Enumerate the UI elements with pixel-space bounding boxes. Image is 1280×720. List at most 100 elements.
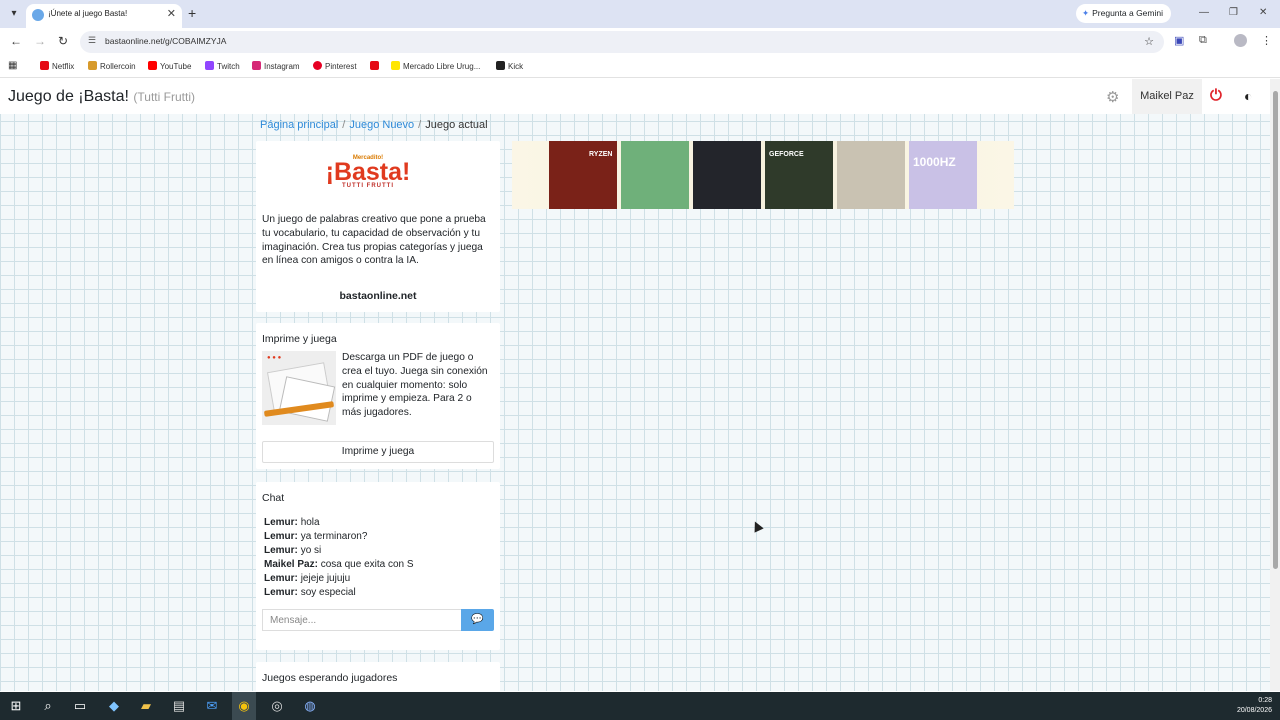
tab-favicon xyxy=(32,9,44,21)
close-window-icon[interactable]: ✕ xyxy=(1259,7,1267,18)
settings-gear-icon[interactable]: ⚙ xyxy=(1106,88,1119,106)
bookmark-youtube[interactable]: YouTube xyxy=(148,61,191,71)
dark-mode-moon-icon[interactable]: ◐ xyxy=(1244,88,1252,104)
brand-title[interactable]: Juego de ¡Basta! (Tutti Frutti) xyxy=(8,88,195,106)
print-card: Imprime y juega ● ● ● Descarga un PDF de… xyxy=(256,323,500,469)
ad-geforce-card[interactable]: GEFORCE xyxy=(765,141,833,209)
bookmark-label: YouTube xyxy=(160,62,192,71)
breadcrumb-home-link[interactable]: Página principal xyxy=(260,119,338,131)
scrollbar-thumb[interactable] xyxy=(1273,91,1278,569)
waiting-games-title: Juegos esperando jugadores xyxy=(262,672,398,684)
logo-dots: ● ● ● xyxy=(267,355,282,361)
bookmarks-bar: ▦ Netflix Rollercoin YouTube Twitch Inst… xyxy=(0,56,1280,78)
bookmark-pinterest[interactable]: Pinterest xyxy=(313,61,357,71)
tab-search-icon[interactable]: ▾ xyxy=(6,6,22,22)
browser-menu-icon[interactable]: ⋮ xyxy=(1261,34,1272,47)
windows-taskbar: ⊞ ⌕ ▭ ◆ ▰ ▤ ✉ ◉ ◎ ◍ 0:28 20/08/2026 xyxy=(0,692,1280,720)
forward-icon[interactable]: → xyxy=(34,34,46,48)
bookmark-kick[interactable]: Kick xyxy=(496,61,523,71)
chat-messages: Lemur: hola Lemur: ya terminaron? Lemur:… xyxy=(264,516,414,599)
chat-message-input[interactable] xyxy=(262,609,461,631)
clock-time: 0:28 xyxy=(1258,697,1272,704)
print-card-title: Imprime y juega xyxy=(262,333,337,345)
messenger-icon[interactable]: ◍ xyxy=(301,698,319,714)
site-name: bastaonline.net xyxy=(339,290,417,302)
instagram-icon xyxy=(252,61,261,70)
mail-icon[interactable]: ✉ xyxy=(203,698,221,714)
mercadolibre-icon xyxy=(391,61,400,70)
bookmark-label: Rollercoin xyxy=(100,62,136,71)
file-explorer-icon[interactable]: ▰ xyxy=(137,698,155,714)
profile-avatar[interactable] xyxy=(1234,34,1247,47)
ad-ryzen-board[interactable]: RYZEN xyxy=(549,141,617,209)
netflix-icon xyxy=(40,61,49,70)
chat-text: jejeje jujuju xyxy=(300,572,351,584)
intro-description: Un juego de palabras creativo que pone a… xyxy=(262,214,486,267)
user-menu-button[interactable]: Maikel Paz xyxy=(1132,79,1202,114)
extensions-puzzle-icon[interactable]: ⧉ xyxy=(1199,34,1207,47)
chrome-icon[interactable]: ◉ xyxy=(235,698,253,714)
bookmark-mercadolibre[interactable]: Mercado Libre Urug... xyxy=(391,61,480,71)
chat-message: Lemur: ya terminaron? xyxy=(264,530,414,544)
reload-icon[interactable]: ↻ xyxy=(58,34,68,48)
chat-user: Lemur: xyxy=(264,544,298,556)
bookmark-label: Mercado Libre Urug... xyxy=(403,62,481,71)
site-info-icon[interactable]: ☰ xyxy=(88,35,96,46)
apps-grid-icon[interactable]: ▦ xyxy=(8,60,17,71)
rollercoin-icon xyxy=(88,61,97,70)
system-clock[interactable]: 0:28 20/08/2026 xyxy=(1237,696,1272,716)
bookmark-rollercoin[interactable]: Rollercoin xyxy=(88,61,136,71)
bookmark-netflix[interactable]: Netflix xyxy=(40,61,74,71)
new-tab-icon[interactable]: + xyxy=(188,5,196,21)
browser-tabstrip: ▾ ¡Únete al juego Basta! ✕ + ✦ Pregunta a… xyxy=(0,0,1280,28)
chat-user: Lemur: xyxy=(264,530,298,542)
ad-pc-case-white[interactable] xyxy=(621,141,689,209)
logout-power-icon[interactable]: ⏻ xyxy=(1210,87,1222,104)
browser-tab[interactable]: ¡Únete al juego Basta! ✕ xyxy=(26,4,182,28)
chat-message: Lemur: hola xyxy=(264,516,414,530)
breadcrumb-separator: / xyxy=(342,119,346,131)
bookmark-twitch[interactable]: Twitch xyxy=(205,61,240,71)
mouse-cursor-icon xyxy=(750,519,764,533)
task-view-icon[interactable]: ▭ xyxy=(71,698,89,714)
store-icon[interactable]: ▤ xyxy=(170,698,188,714)
bookmark-label: Twitch xyxy=(217,62,240,71)
chat-text: soy especial xyxy=(300,586,356,598)
copilot-icon[interactable]: ◆ xyxy=(105,698,123,714)
chat-user: Lemur: xyxy=(264,572,298,584)
minimize-icon[interactable]: — xyxy=(1199,7,1209,18)
chat-card: Chat Lemur: hola Lemur: ya terminaron? L… xyxy=(256,482,500,650)
page-scrollbar[interactable] xyxy=(1270,79,1280,691)
chat-send-button[interactable]: 💬 xyxy=(461,609,494,631)
bookmark-label: Pinterest xyxy=(325,62,357,71)
ad-pc-case-black[interactable] xyxy=(693,141,761,209)
ad-banner[interactable]: RYZEN GEFORCE 1000HZ xyxy=(512,141,1014,209)
twitch-icon xyxy=(205,61,214,70)
search-icon[interactable]: ⌕ xyxy=(39,698,57,714)
breadcrumb-new-game-link[interactable]: Juego Nuevo xyxy=(349,119,414,131)
ad-pc-case-glass[interactable] xyxy=(837,141,905,209)
chat-user: Lemur: xyxy=(264,586,298,598)
gemini-button[interactable]: ✦ Pregunta a Gemini xyxy=(1076,4,1171,23)
bookmark-star-icon[interactable]: ☆ xyxy=(1144,35,1154,48)
chat-text: hola xyxy=(300,517,320,528)
address-bar[interactable]: ☰ bastaonline.net/g/COBAIMZYJA ☆ xyxy=(80,31,1164,53)
bookmark-instagram[interactable]: Instagram xyxy=(252,61,300,71)
windows-start-icon[interactable]: ⊞ xyxy=(7,698,25,714)
browser-toolbar: ← → ↻ ☰ bastaonline.net/g/COBAIMZYJA ☆ xyxy=(0,28,1280,56)
red-n-icon xyxy=(370,61,379,70)
chat-message: Lemur: soy especial xyxy=(264,586,414,600)
breadcrumb-current: Juego actual xyxy=(425,119,488,131)
chat-text: cosa que exita con S xyxy=(320,558,414,570)
app-icon[interactable]: ◎ xyxy=(268,698,286,714)
tab-close-icon[interactable]: ✕ xyxy=(167,7,176,20)
print-and-play-button[interactable]: Imprime y juega xyxy=(262,441,494,463)
ad-mouse[interactable]: 1000HZ xyxy=(909,141,977,209)
extension-icon[interactable]: ▣ xyxy=(1174,34,1184,47)
kick-icon xyxy=(496,61,505,70)
back-icon[interactable]: ← xyxy=(10,34,22,48)
chat-message: Lemur: yo si xyxy=(264,544,414,558)
bookmark-label: Kick xyxy=(508,62,524,71)
bookmark-red[interactable] xyxy=(370,61,382,71)
restore-icon[interactable]: ❐ xyxy=(1229,7,1238,18)
